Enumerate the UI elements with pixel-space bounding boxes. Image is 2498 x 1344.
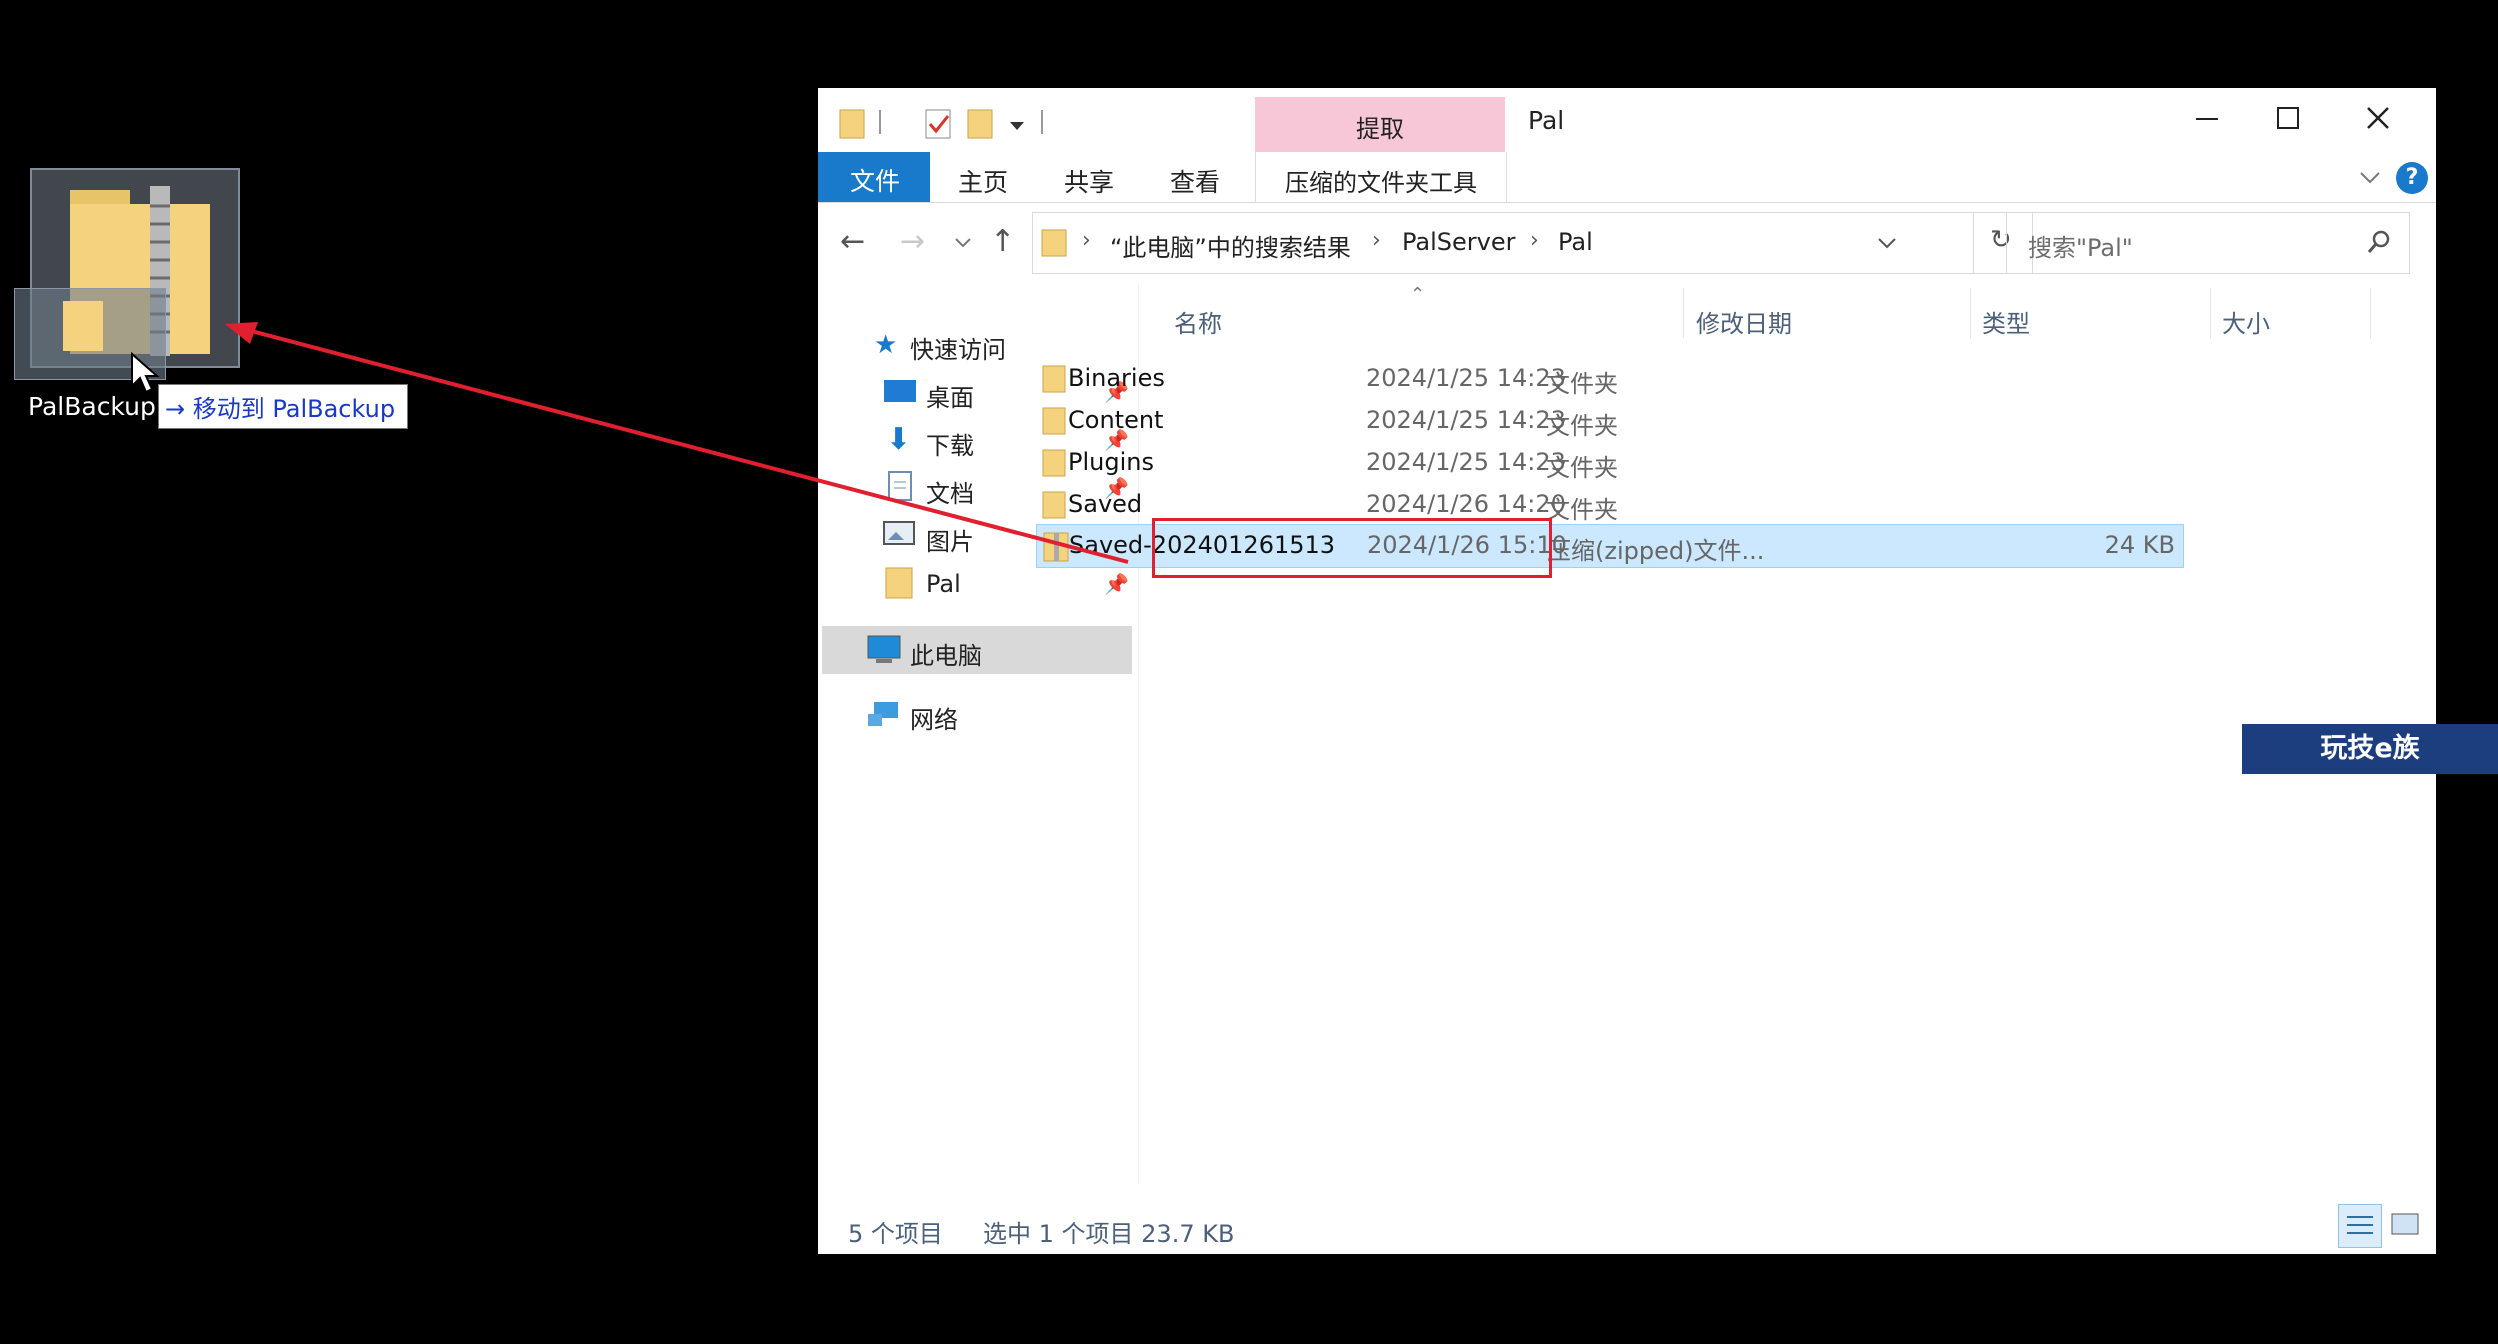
watermark-logo: 玩技e族	[2242, 724, 2498, 774]
annotation-arrow	[225, 322, 1129, 564]
